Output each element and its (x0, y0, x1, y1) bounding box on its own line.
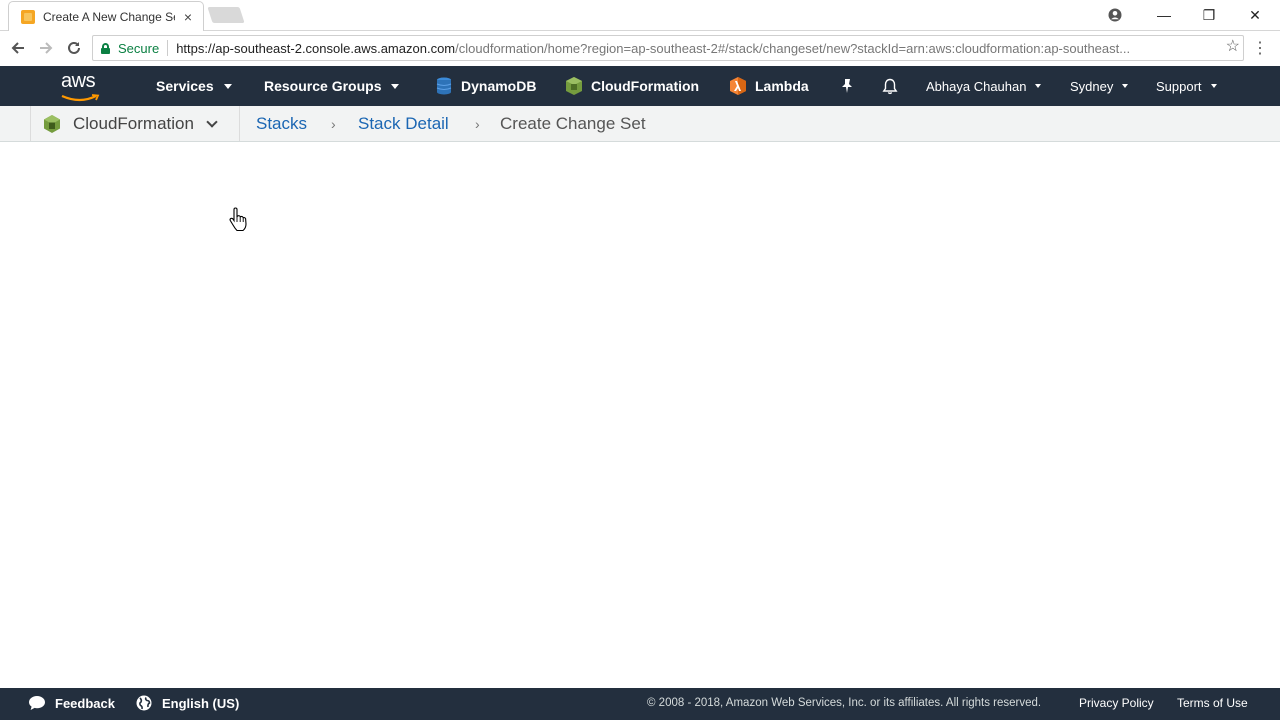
hand-cursor-icon (229, 207, 247, 232)
shortcut-label: CloudFormation (591, 78, 700, 94)
breadcrumb-stacks[interactable]: Stacks (256, 106, 307, 141)
lock-icon (101, 42, 110, 54)
browser-tab-strip: Create A New Change Se × — ❐ ✕ (0, 0, 1280, 31)
forward-icon[interactable] (35, 37, 57, 59)
breadcrumb-link[interactable]: Stacks (256, 114, 307, 134)
resource-groups-label: Resource Groups (264, 78, 382, 94)
support-menu[interactable]: Support (1156, 66, 1217, 106)
account-menu[interactable]: Abhaya Chauhan (926, 66, 1042, 106)
breadcrumb-link[interactable]: Stack Detail (358, 114, 449, 134)
chevron-down-icon (1210, 84, 1217, 88)
privacy-policy-link[interactable]: Privacy Policy (1079, 688, 1154, 718)
shortcut-cloudformation[interactable]: CloudFormation (566, 66, 699, 106)
shortcut-lambda[interactable]: Lambda (730, 66, 809, 106)
aws-favicon-icon (21, 9, 35, 24)
secure-label: Secure (118, 40, 160, 56)
service-header: CloudFormation Stacks › Stack Detail › C… (0, 106, 1280, 142)
breadcrumb-current: Create Change Set (500, 106, 646, 141)
restore-button[interactable]: ❐ (1186, 0, 1232, 30)
breadcrumb-separator: › (331, 106, 336, 141)
terms-of-use-link[interactable]: Terms of Use (1177, 688, 1248, 718)
aws-logo-text: aws (61, 70, 96, 92)
feedback-button[interactable]: Feedback (28, 688, 115, 718)
copyright-text: © 2008 - 2018, Amazon Web Services, Inc.… (647, 697, 1042, 709)
url-host: https://ap-southeast-2.console.aws.amazo… (176, 40, 456, 56)
chevron-down-icon (206, 115, 218, 128)
aws-logo[interactable]: aws (60, 70, 102, 102)
menu-icon[interactable]: ⋮ (1252, 38, 1268, 58)
shortcut-dynamodb[interactable]: DynamoDB (436, 66, 536, 106)
lambda-icon (730, 77, 746, 95)
profile-icon[interactable] (1092, 0, 1138, 30)
chevron-down-icon (391, 83, 400, 89)
shortcut-label: Lambda (755, 78, 809, 94)
breadcrumb-stack-detail[interactable]: Stack Detail (358, 106, 449, 141)
cloudformation-icon (566, 77, 582, 95)
minimize-button[interactable]: — (1141, 0, 1187, 30)
bell-icon[interactable] (882, 66, 898, 106)
new-tab-button[interactable] (207, 7, 245, 23)
chevron-down-icon (1035, 84, 1042, 88)
globe-icon (136, 695, 152, 711)
service-menu[interactable]: CloudFormation (30, 106, 240, 141)
star-icon[interactable]: ☆ (1226, 36, 1240, 56)
chevron-down-icon (1122, 84, 1129, 88)
address-bar[interactable]: Secure https://ap-southeast-2.console.aw… (92, 35, 1244, 61)
shortcut-label: DynamoDB (461, 78, 537, 94)
service-name: CloudFormation (73, 113, 194, 133)
region-label: Sydney (1070, 78, 1114, 94)
region-menu[interactable]: Sydney (1070, 66, 1129, 106)
feedback-label: Feedback (55, 695, 115, 711)
chevron-right-icon: › (331, 115, 336, 132)
aws-smile-icon (61, 94, 100, 102)
browser-tab[interactable]: Create A New Change Se × (8, 1, 204, 31)
cloudformation-icon (44, 114, 60, 133)
support-label: Support (1156, 78, 1202, 94)
breadcrumb-separator: › (475, 106, 480, 141)
services-label: Services (156, 78, 214, 94)
back-icon[interactable] (7, 37, 29, 59)
language-label: English (US) (162, 695, 240, 711)
tab-title: Create A New Change Se (43, 9, 175, 24)
aws-top-nav: aws Services Resource Groups DynamoDB Cl… (0, 66, 1280, 106)
services-menu[interactable]: Services (156, 66, 232, 106)
chevron-down-icon (223, 83, 232, 89)
language-selector[interactable]: English (US) (136, 688, 239, 718)
console-footer: Feedback English (US) © 2008 - 2018, Ama… (0, 688, 1280, 720)
browser-toolbar: Secure https://ap-southeast-2.console.aw… (0, 31, 1280, 65)
url-path: /cloudformation/home?region=ap-southeast… (455, 40, 1131, 56)
omnibox-divider (167, 40, 169, 56)
pin-icon[interactable] (840, 66, 854, 106)
resource-groups-menu[interactable]: Resource Groups (264, 66, 400, 106)
chevron-right-icon: › (475, 115, 480, 132)
speech-bubble-icon (29, 696, 45, 710)
page-title: Create Change Set (500, 113, 646, 133)
user-name: Abhaya Chauhan (926, 78, 1027, 94)
dynamodb-icon (436, 77, 452, 95)
main-content (0, 142, 1280, 688)
reload-icon[interactable] (63, 37, 85, 59)
close-window-button[interactable]: ✕ (1232, 0, 1278, 30)
tab-close-icon[interactable]: × (181, 9, 195, 25)
